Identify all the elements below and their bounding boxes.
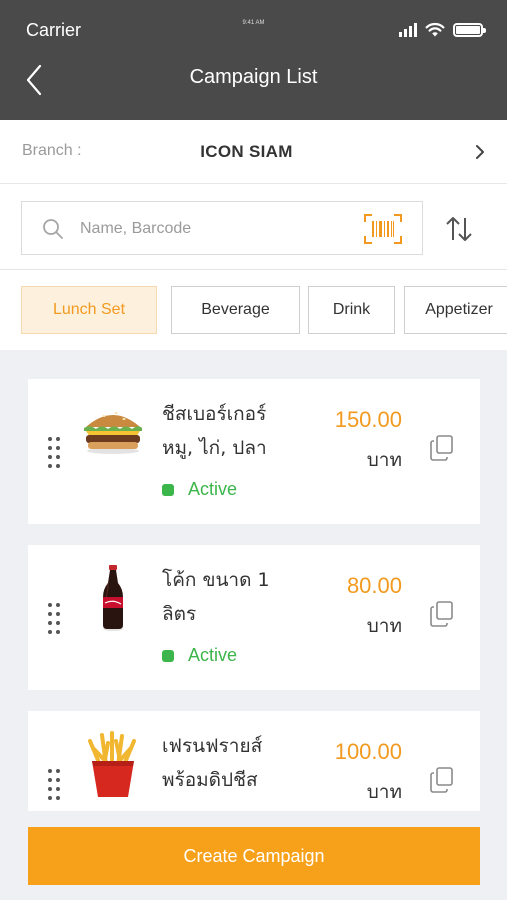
- price-unit: บาท: [366, 781, 402, 803]
- category-tabs: Lunch Set Beverage Drink Appetizer: [0, 270, 507, 350]
- item-name-line1: โค้ก ขนาด 1: [162, 569, 270, 591]
- search-row: [0, 184, 507, 270]
- status-label: Active: [188, 479, 238, 499]
- status-indicator: Active: [162, 645, 237, 666]
- sort-icon[interactable]: [444, 214, 474, 244]
- page-title: Campaign List: [189, 66, 318, 88]
- category-chip-lunch-set[interactable]: Lunch Set: [21, 286, 157, 334]
- item-name-line1: เฟรนฟรายส์: [162, 735, 263, 757]
- status-bar: Carrier 9:41 AM: [0, 0, 507, 60]
- drag-handle-icon[interactable]: [48, 437, 62, 468]
- price-unit: บาท: [366, 449, 402, 471]
- barcode-scan-icon[interactable]: [364, 214, 402, 244]
- item-price: 80.00: [346, 573, 402, 598]
- status-indicator: Active: [162, 479, 237, 500]
- status-icons: [399, 22, 486, 38]
- branch-selector[interactable]: Branch : ICON SIAM: [0, 120, 507, 184]
- copy-icon[interactable]: [430, 767, 454, 793]
- item-name: โค้ก ขนาด 1 ลิตร: [162, 563, 312, 631]
- cola-bottle-image: [103, 565, 123, 631]
- category-chip-beverage[interactable]: Beverage: [171, 286, 300, 334]
- item-name-line2: หมู, ไก่, ปลา: [162, 437, 267, 459]
- app-header: Carrier 9:41 AM Campaign List: [0, 0, 507, 120]
- chevron-right-icon[interactable]: [470, 142, 490, 162]
- branch-value: ICON SIAM: [200, 142, 293, 161]
- search-input[interactable]: [80, 214, 350, 244]
- item-price: 150.00: [334, 407, 402, 432]
- copy-icon[interactable]: [430, 601, 454, 627]
- status-dot: [162, 649, 174, 662]
- category-chip-drink[interactable]: Drink: [308, 286, 395, 334]
- wifi-icon: [425, 22, 445, 37]
- search-box[interactable]: [21, 201, 423, 255]
- status-label: Active: [188, 645, 238, 665]
- price-unit: บาท: [366, 615, 402, 637]
- item-name: ชีสเบอร์เกอร์ หมู, ไก่, ปลา: [162, 397, 312, 465]
- search-icon: [43, 219, 63, 239]
- item-price: 100.00: [334, 739, 402, 764]
- create-campaign-button[interactable]: Create Campaign: [28, 827, 480, 885]
- item-name: เฟรนฟรายส์ พร้อมดิปชีส: [162, 729, 312, 797]
- campaign-card[interactable]: ชีสเบอร์เกอร์ หมู, ไก่, ปลา 150.00 บาท A…: [28, 379, 480, 524]
- burger-image: [84, 412, 142, 454]
- item-name-line2: พร้อมดิปชีส: [162, 769, 258, 791]
- category-chip-appetizer[interactable]: Appetizer: [404, 286, 507, 334]
- french-fries-image: [88, 731, 136, 797]
- drag-handle-icon[interactable]: [48, 769, 62, 800]
- drag-handle-icon[interactable]: [48, 603, 62, 634]
- battery-icon: [453, 23, 486, 37]
- campaign-card[interactable]: เฟรนฟรายส์ พร้อมดิปชีส 100.00 บาท: [28, 711, 480, 811]
- status-dot: [162, 483, 174, 496]
- item-name-line1: ชีสเบอร์เกอร์: [162, 403, 267, 425]
- signal-icon: [399, 23, 417, 37]
- campaign-card[interactable]: โค้ก ขนาด 1 ลิตร 80.00 บาท Active: [28, 545, 480, 690]
- copy-icon[interactable]: [430, 435, 454, 461]
- item-name-line2: ลิตร: [162, 603, 197, 625]
